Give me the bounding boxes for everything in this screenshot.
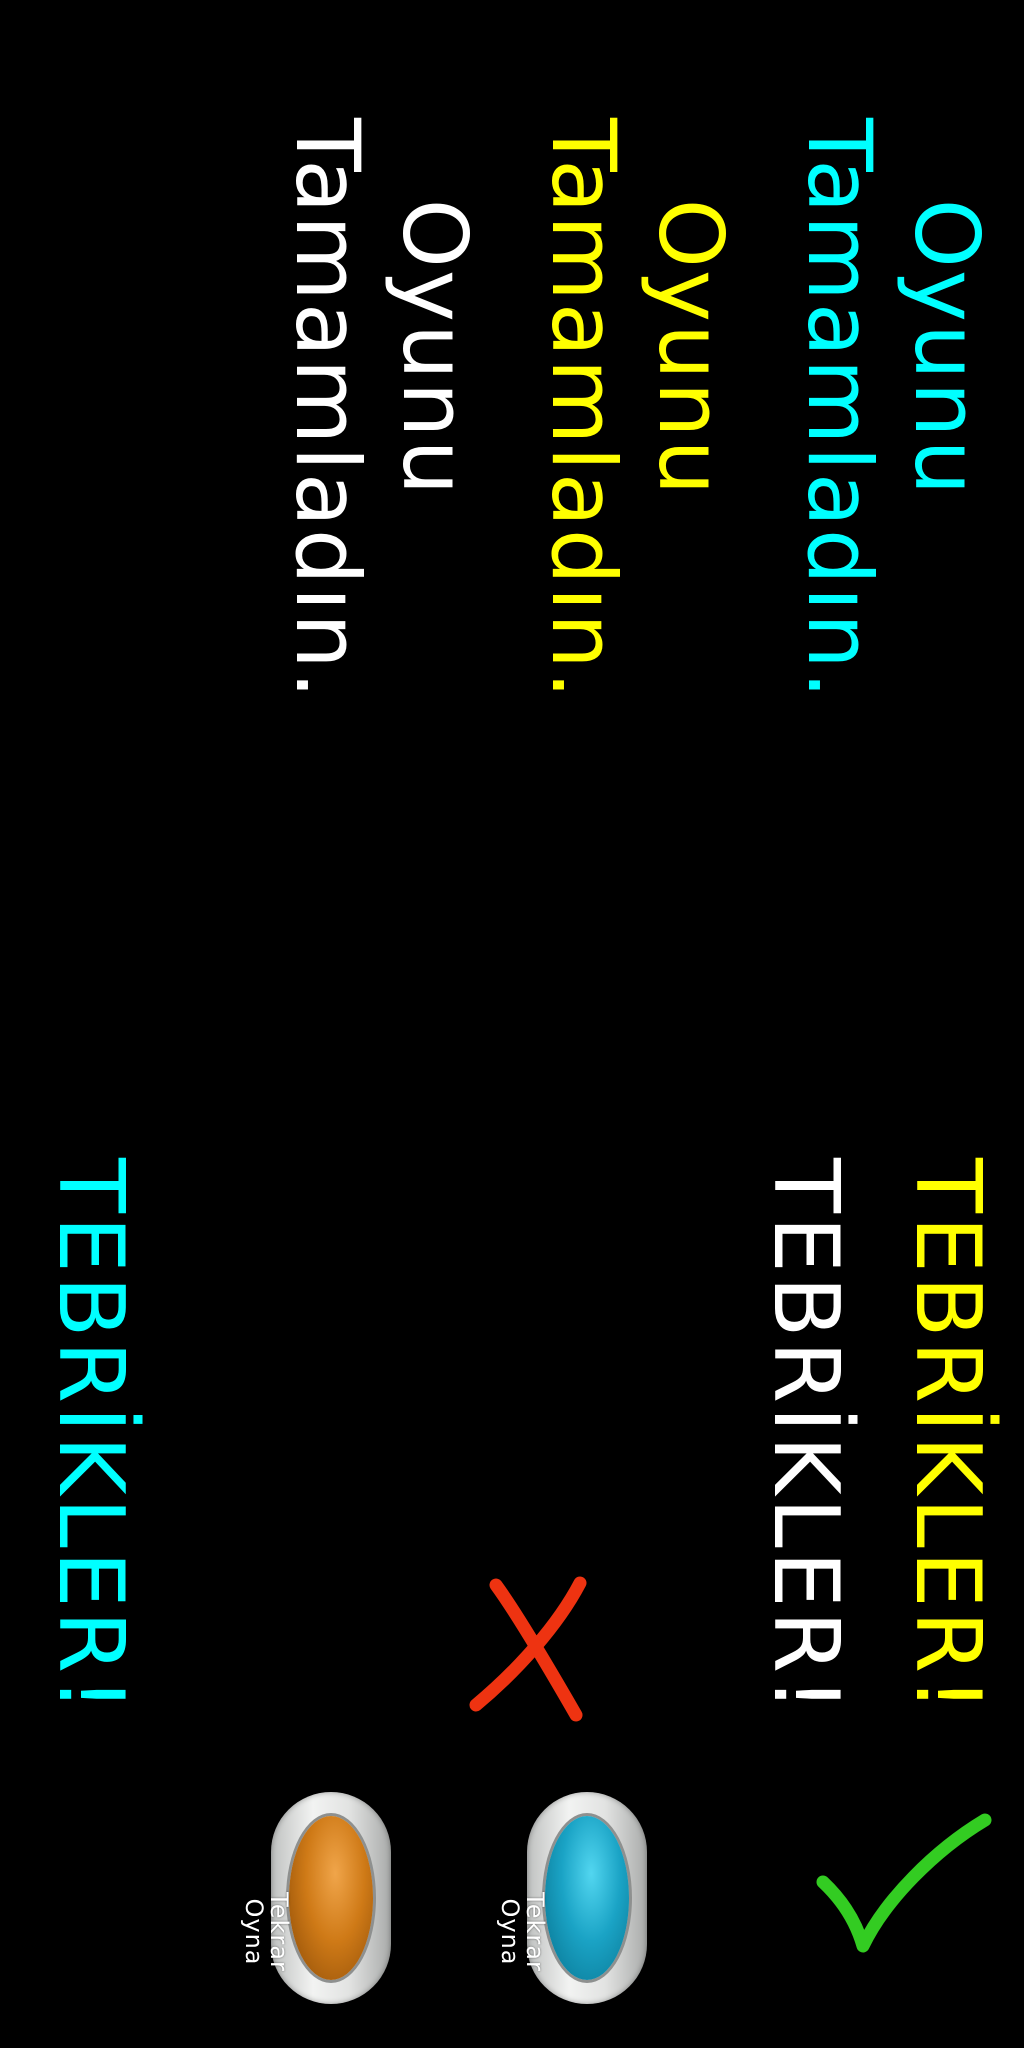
button-face [289,1816,373,1980]
play-again-line1: Tekrar [521,1892,549,1972]
congrats-text-yellow: TEBRİKLER! [895,1158,1000,1716]
button-face [545,1816,629,1980]
congrats-text-cyan: TEBRİKLER! [38,1158,143,1716]
play-again-label: Tekrar Oyna [239,1872,293,1992]
check-icon [815,1810,995,1960]
play-again-label: Tekrar Oyna [495,1872,549,1992]
completed-message-yellow: Oyunu Tamamladın. [529,118,744,701]
completed-message-white: Oyunu Tamamladın. [273,118,488,701]
completed-line2: Tamamladın. [531,118,635,701]
completed-message-cyan: Oyunu Tamamladın. [785,118,1000,701]
close-icon[interactable] [468,1575,590,1725]
play-again-line2: Oyna [239,1898,268,1966]
game-end-screen: Oyunu Tamamladın. Oyunu Tamamladın. Oyun… [0,0,1024,2048]
completed-line2: Tamamladın. [275,118,379,701]
play-again-line2: Oyna [495,1898,524,1966]
completed-line1: Oyunu [639,198,742,498]
completed-line1: Oyunu [895,198,998,498]
play-again-line1: Tekrar [265,1892,293,1972]
play-again-button-blue[interactable]: Tekrar Oyna [496,1792,647,2004]
completed-line2: Tamamladın. [787,118,891,701]
completed-line1: Oyunu [383,198,486,498]
play-again-button-orange[interactable]: Tekrar Oyna [240,1792,391,2004]
congrats-text-white: TEBRİKLER! [753,1158,858,1716]
